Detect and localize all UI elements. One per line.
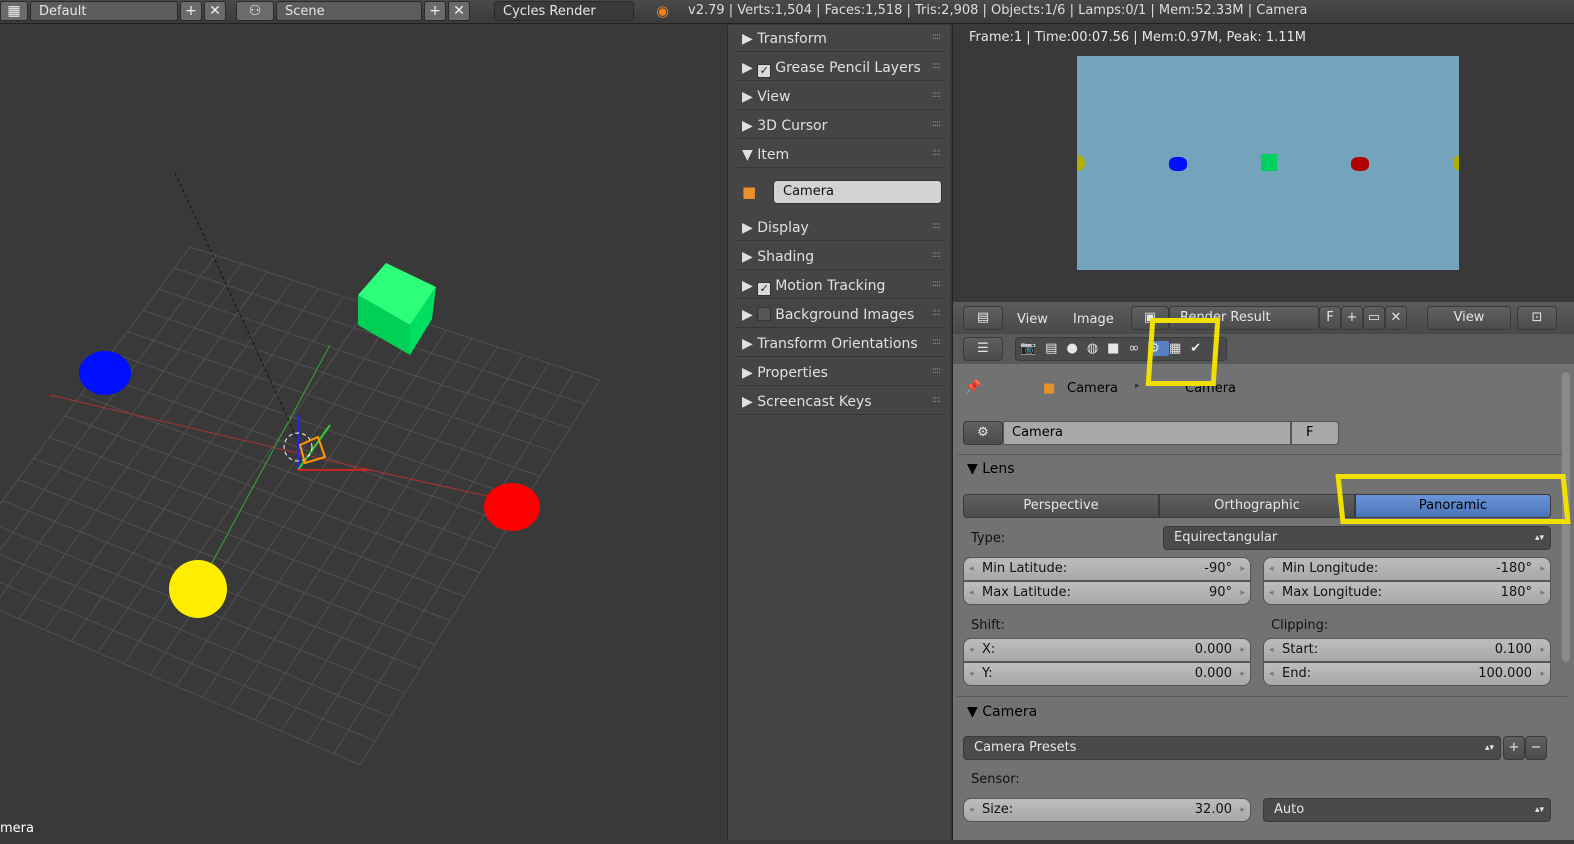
blender-logo-icon: ◉ [656, 2, 670, 20]
open-image-icon[interactable]: ▭ [1363, 306, 1385, 330]
editor-type-icon[interactable]: ☰ [963, 337, 1003, 361]
tab-perspective[interactable]: Perspective [963, 494, 1159, 518]
add-layout-button[interactable]: + [180, 1, 202, 21]
panel-motion-tracking[interactable]: ▶ ✓ Motion Tracking:::: [734, 275, 946, 299]
shift-x-field[interactable]: X:0.000 [963, 638, 1251, 662]
add-preset-button[interactable]: + [1503, 736, 1525, 760]
blue-monkey-render [1169, 157, 1187, 171]
3d-viewport[interactable]: /* grid drawn below */ mera [0, 25, 727, 840]
grid-line [0, 246, 191, 505]
breadcrumb-object: Camera [1067, 381, 1119, 396]
panel-shading[interactable]: ▶ Shading:::: [734, 246, 946, 270]
properties-shelf: ▶ Transform:::: ▶ ✓ Grease Pencil Layers:… [727, 25, 950, 840]
sensor-size-field[interactable]: Size:32.00 [963, 798, 1251, 822]
panel-item[interactable]: ▼ Item:::: [734, 144, 946, 168]
grid-line [0, 263, 242, 598]
checkbox[interactable]: ✓ [757, 64, 772, 78]
lens-panel-header[interactable]: ▼ Lens [967, 461, 1015, 477]
grid-line [228, 338, 473, 710]
checkbox[interactable] [757, 307, 772, 321]
render-info: Frame:1 | Time:00:07.56 | Mem:0.97M, Pea… [969, 30, 1307, 45]
yellow-sphere-right [1453, 155, 1459, 171]
fake-user-button[interactable]: F [1319, 306, 1341, 330]
grid-line [307, 363, 550, 743]
grid-line [175, 321, 422, 687]
tab-orthographic[interactable]: Orthographic [1159, 494, 1355, 518]
green-cube-render [1261, 154, 1277, 171]
add-scene-button[interactable]: + [424, 1, 446, 21]
remove-scene-button[interactable]: ✕ [448, 1, 470, 21]
grid-line [254, 346, 498, 721]
view-mode-select[interactable]: View [1427, 306, 1511, 330]
scene-stats: v2.79 | Verts:1,504 | Faces:1,518 | Tris… [688, 3, 1308, 18]
grid-line [359, 379, 601, 766]
object-icon: ■ [1043, 381, 1056, 396]
panel-3d-cursor[interactable]: ▶ 3D Cursor:::: [734, 115, 946, 139]
render-engine-select[interactable]: Cycles Render [494, 1, 634, 21]
view-menu[interactable]: View [1017, 312, 1048, 327]
remove-preset-button[interactable]: − [1525, 736, 1547, 760]
properties-tabs-bar: ☰ 📷▤●◍■∞⚙▦✔ [953, 334, 1574, 364]
max-latitude-field[interactable]: Max Latitude:90° [963, 581, 1251, 605]
viewport-scene: /* grid drawn below */ [0, 172, 601, 766]
highlight-annotation [1145, 318, 1221, 386]
blue-monkey [79, 351, 131, 395]
shift-label: Shift: [971, 618, 1005, 633]
camera-panel-header[interactable]: ▼ Camera [967, 704, 1037, 720]
camera-data-icon[interactable]: ⚙ [963, 421, 1003, 445]
highlight-annotation [1335, 474, 1571, 524]
object-name-field[interactable]: Camera [773, 180, 942, 204]
grid-line [0, 610, 361, 766]
active-object-label: mera [0, 821, 34, 836]
min-longitude-field[interactable]: Min Longitude:-180° [1263, 557, 1551, 581]
max-longitude-field[interactable]: Max Longitude:180° [1263, 581, 1551, 605]
type-label: Type: [971, 531, 1006, 546]
panel-transform[interactable]: ▶ Transform:::: [734, 28, 946, 52]
panel-display[interactable]: ▶ Display:::: [734, 217, 946, 241]
panel-screencast-keys[interactable]: ▶ Screencast Keys:::: [734, 391, 946, 415]
panorama-type-select[interactable]: Equirectangular ▴▾ [1163, 526, 1551, 550]
scene-selector[interactable]: Scene [276, 1, 422, 21]
remove-layout-button[interactable]: ✕ [204, 1, 226, 21]
editor-type-icon[interactable]: ▤ [963, 306, 1003, 330]
image-editor[interactable]: Frame:1 | Time:00:07.56 | Mem:0.97M, Pea… [952, 25, 1574, 301]
min-latitude-field[interactable]: Min Latitude:-90° [963, 557, 1251, 581]
panel-view[interactable]: ▶ View:::: [734, 86, 946, 110]
camera-presets-select[interactable]: Camera Presets ▴▾ [963, 736, 1501, 760]
layout-selector[interactable]: Default [30, 1, 178, 21]
breadcrumb-separator: ▸ [1135, 381, 1140, 391]
red-monkey [484, 483, 540, 531]
image-menu[interactable]: Image [1073, 312, 1114, 327]
clipping-label: Clipping: [1271, 618, 1329, 633]
clip-end-field[interactable]: End:100.000 [1263, 662, 1551, 686]
pin-icon[interactable]: 📌 [965, 380, 981, 395]
clip-start-field[interactable]: Start:0.100 [1263, 638, 1551, 662]
sensor-label: Sensor: [971, 772, 1020, 787]
grid-line [280, 354, 524, 732]
red-monkey-render [1351, 157, 1369, 171]
render-result-image [1077, 56, 1459, 270]
grid-line [333, 371, 575, 755]
fake-user-button[interactable]: F [1291, 421, 1339, 445]
sensor-fit-select[interactable]: Auto ▴▾ [1263, 798, 1551, 822]
panel-background-images[interactable]: ▶ Background Images:::: [734, 304, 946, 328]
checkbox[interactable]: ✓ [757, 282, 772, 296]
camera-datablock-field[interactable]: Camera [1003, 421, 1291, 445]
panel-properties[interactable]: ▶ Properties:::: [734, 362, 946, 386]
panel-grease-pencil[interactable]: ▶ ✓ Grease Pencil Layers:::: [734, 57, 946, 81]
top-bar: ▦ Default + ✕ ⚇ Scene + ✕ Cycles Render … [0, 0, 1574, 24]
new-image-button[interactable]: + [1341, 306, 1363, 330]
panel-transform-orientations[interactable]: ▶ Transform Orientations:::: [734, 333, 946, 357]
yellow-sphere-left [1077, 155, 1085, 171]
yellow-sphere [169, 560, 227, 618]
object-cube-icon: ■ [742, 183, 757, 201]
unlink-image-button[interactable]: ✕ [1385, 306, 1407, 330]
shift-y-field[interactable]: Y:0.000 [963, 662, 1251, 686]
editor-type-icon[interactable]: ▦ [0, 1, 28, 21]
y-axis-line [199, 344, 331, 586]
scene-icon[interactable]: ⚇ [236, 1, 274, 21]
properties-editor: ▤ View Image ▣ Render Result F + ▭ ✕ Vie… [952, 302, 1574, 840]
image-editor-header: ▤ View Image ▣ Render Result F + ▭ ✕ Vie… [953, 302, 1574, 334]
pivot-icon[interactable]: ⊡ [1517, 306, 1557, 330]
